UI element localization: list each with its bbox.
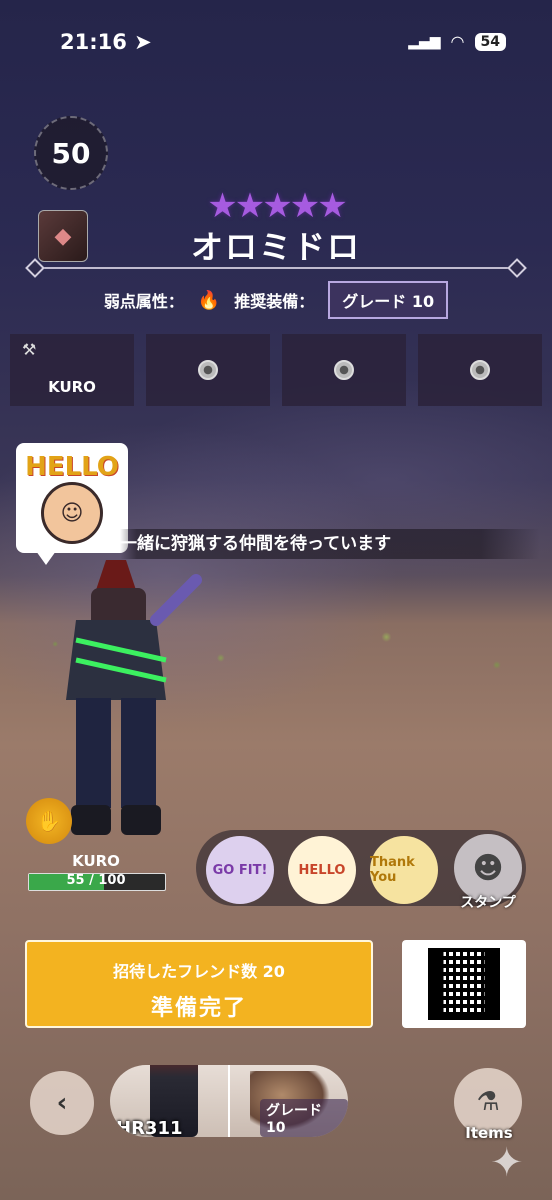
potion-icon: ⚗ bbox=[476, 1087, 500, 1117]
location-arrow-icon: ➤ bbox=[134, 30, 152, 54]
qr-code-icon bbox=[428, 948, 500, 1020]
party-slot-3[interactable] bbox=[282, 334, 406, 406]
player-name: KURO bbox=[72, 852, 120, 870]
hunter-monster-card[interactable]: HR311 グレード 10 bbox=[110, 1065, 348, 1137]
weapon-icon: ⚒ bbox=[22, 340, 37, 359]
monster-portrait: グレード 10 bbox=[228, 1065, 348, 1137]
party-slots: ⚒ KURO bbox=[10, 334, 542, 406]
sparkle-icon: ✦ bbox=[490, 1140, 524, 1186]
quest-info-row: 弱点属性： 🔥 推奨装備： グレード 10 bbox=[0, 281, 552, 319]
hello-sticker: HELLO ☺ bbox=[16, 443, 128, 553]
recommended-grade-box: グレード 10 bbox=[328, 281, 449, 319]
avatar-face-icon: ☺ bbox=[41, 482, 103, 544]
chat-message: 一緒に狩猟する仲間を待っています bbox=[120, 529, 540, 559]
signal-icon: ▂▄▆ bbox=[408, 33, 441, 50]
quest-level-badge: 50 bbox=[34, 116, 108, 190]
status-indicators: ▂▄▆ ◠ 54 bbox=[408, 32, 506, 51]
hunter-rank: HR311 bbox=[116, 1118, 183, 1137]
back-button[interactable]: ‹ bbox=[30, 1071, 94, 1135]
player-hp-text: 55 / 100 bbox=[66, 873, 126, 888]
invited-friends-label: 招待したフレンド数 20 bbox=[113, 962, 285, 981]
wifi-icon: ◠ bbox=[450, 32, 465, 51]
ready-label: 準備完了 bbox=[150, 996, 247, 1021]
hunter-portrait: HR311 bbox=[110, 1065, 228, 1137]
party-member-name: KURO bbox=[48, 378, 96, 396]
weakness-label: 弱点属性： bbox=[103, 292, 184, 311]
monster-grade: グレード 10 bbox=[260, 1099, 348, 1137]
recommended-label: 推奨装備： bbox=[234, 292, 315, 311]
smiley-icon: ☻ bbox=[472, 850, 504, 886]
stamp-thank-you[interactable]: Thank You bbox=[370, 836, 438, 904]
stamp-go-fit[interactable]: GO FIT! bbox=[206, 836, 274, 904]
party-slot-4[interactable] bbox=[418, 334, 542, 406]
battery-icon: 54 bbox=[474, 32, 506, 51]
stamp-hello[interactable]: HELLO bbox=[288, 836, 356, 904]
empty-slot-icon bbox=[334, 360, 354, 380]
chevron-left-icon: ‹ bbox=[56, 1088, 68, 1118]
party-slot-1[interactable]: ⚒ KURO bbox=[10, 334, 134, 406]
ready-button[interactable]: 招待したフレンド数 20 準備完了 bbox=[25, 940, 373, 1028]
monster-name: オロミドロ bbox=[190, 228, 361, 266]
player-coin-icon[interactable]: ✋ bbox=[26, 798, 72, 844]
header-divider bbox=[28, 267, 524, 269]
sticker-text: HELLO bbox=[25, 452, 119, 482]
qr-code-button[interactable] bbox=[402, 940, 526, 1028]
party-slot-2[interactable] bbox=[146, 334, 270, 406]
empty-slot-icon bbox=[198, 360, 218, 380]
status-time: 21:16 ➤ bbox=[60, 30, 152, 54]
empty-slot-icon bbox=[470, 360, 490, 380]
fire-element-icon: 🔥 bbox=[197, 289, 221, 311]
stamp-button-label: スタンプ bbox=[460, 895, 516, 911]
